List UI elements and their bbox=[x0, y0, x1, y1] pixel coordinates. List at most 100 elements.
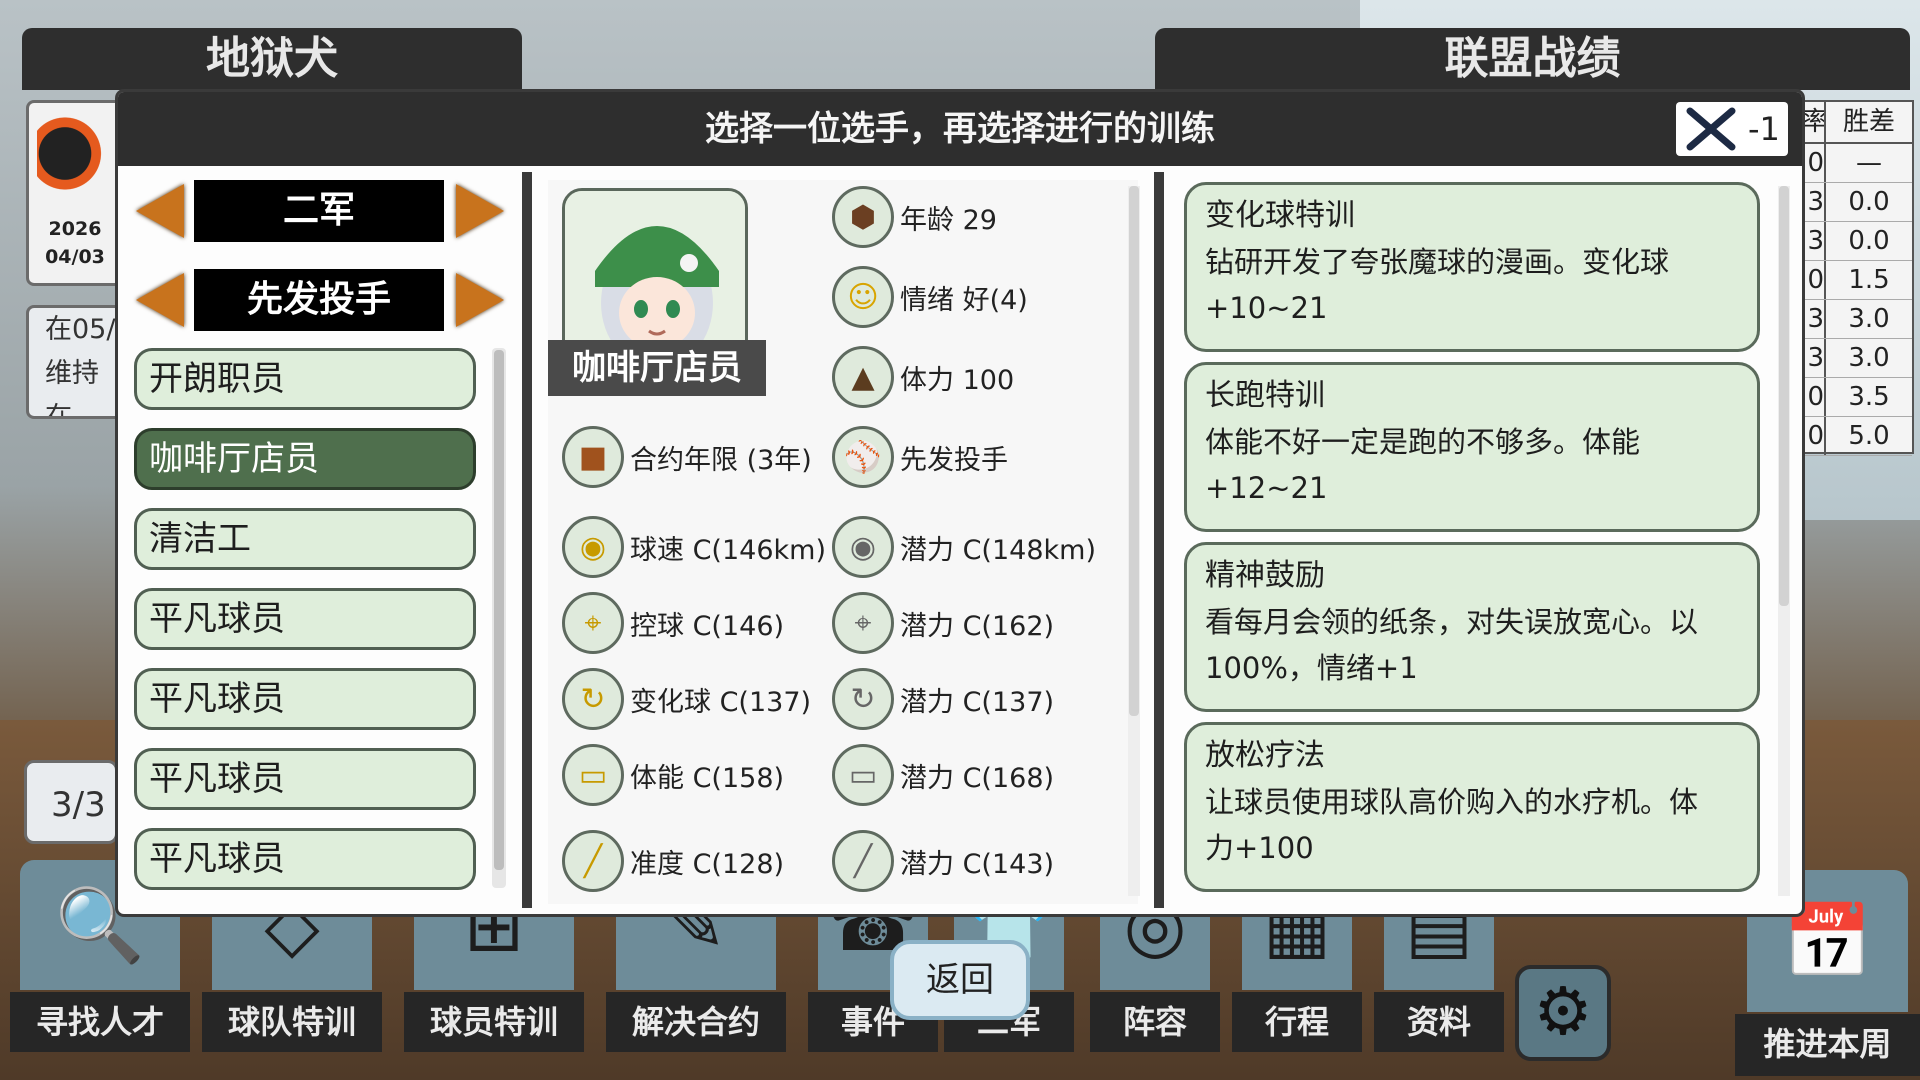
fitness-potential-value: 潜力 C(168) bbox=[900, 762, 1055, 794]
column-divider bbox=[522, 172, 532, 908]
training-effect: 力+100 bbox=[1205, 831, 1314, 865]
player-detail-column: 咖啡厅店员 ⬢ 年龄 29 ☺ 情绪 好(4) ▲ 体力 100 ■ 合约年限 … bbox=[548, 180, 1138, 904]
player-name-tag: 咖啡厅店员 bbox=[548, 340, 766, 396]
accuracy-value: 准度 C(128) bbox=[630, 848, 785, 880]
list-item[interactable]: 平凡球员 bbox=[134, 748, 476, 810]
scrollbar-thumb[interactable] bbox=[494, 350, 504, 870]
training-card[interactable]: 精神鼓励 看每月会领的纸条，对失误放宽心。以 100%，情绪+1 bbox=[1184, 542, 1760, 712]
notice-line-2: 维持在 bbox=[45, 358, 99, 419]
toolbar-label: 寻找人才 bbox=[10, 992, 190, 1052]
player-list: 开朗职员 咖啡厅店员 清洁工 平凡球员 平凡球员 平凡球员 平凡球员 bbox=[134, 348, 482, 908]
training-name: 长跑特训 bbox=[1205, 378, 1325, 413]
table-row: 0 3.5 bbox=[1802, 378, 1912, 417]
training-scrollbar[interactable] bbox=[1778, 186, 1790, 896]
table-cell: 0.0 bbox=[1848, 226, 1890, 256]
mood-stat: ☺ 情绪 好(4) bbox=[832, 262, 1028, 332]
training-card[interactable]: 变化球特训 钻研开发了夸张魔球的漫画。变化球 +10~21 bbox=[1184, 182, 1760, 352]
date-year: 2026 bbox=[48, 218, 102, 240]
training-card[interactable]: 长跑特训 体能不好一定是跑的不够多。体能 +12~21 bbox=[1184, 362, 1760, 532]
table-cell: 0 bbox=[1802, 378, 1826, 416]
training-description: 让球员使用球队高价购入的水疗机。体 bbox=[1205, 785, 1699, 819]
fitness-potential-stat: ▭ 潜力 C(168) bbox=[832, 740, 1054, 810]
training-count: -1 bbox=[1748, 110, 1780, 148]
notice-card: 在05/ 维持在 bbox=[26, 305, 124, 419]
scrollbar-thumb[interactable] bbox=[1779, 186, 1789, 606]
table-cell: 3 bbox=[1802, 183, 1826, 221]
position-prev-arrow-icon[interactable] bbox=[136, 273, 184, 327]
crosshair-icon: ⌖ bbox=[562, 592, 624, 654]
date-day: 04/03 bbox=[45, 246, 105, 268]
team-panel-header: 地狱犬 bbox=[22, 28, 522, 90]
table-cell: — bbox=[1856, 148, 1882, 178]
detail-scrollbar[interactable] bbox=[1128, 186, 1140, 896]
table-cell: 3.0 bbox=[1848, 304, 1890, 334]
header-games-behind: 胜差 bbox=[1842, 107, 1895, 137]
position-next-arrow-icon[interactable] bbox=[456, 273, 504, 327]
stamina-stat: ▲ 体力 100 bbox=[832, 342, 1014, 412]
list-item-selected[interactable]: 咖啡厅店员 bbox=[134, 428, 476, 490]
briefcase-icon: ■ bbox=[562, 426, 624, 488]
velocity-stat: ◉ 球速 C(146km) bbox=[562, 512, 826, 582]
team-panel-title: 地狱犬 bbox=[206, 33, 338, 84]
training-card[interactable]: 放松疗法 让球员使用球队高价购入的水疗机。体 力+100 bbox=[1184, 722, 1760, 892]
baseball-mound-icon: ⚾ bbox=[832, 426, 894, 488]
scrollbar-thumb[interactable] bbox=[1129, 186, 1139, 716]
velocity-potential-value: 潜力 C(148km) bbox=[900, 534, 1096, 566]
curveball-gray-icon: ↻ bbox=[832, 668, 894, 730]
crossed-bats-icon bbox=[1686, 107, 1736, 151]
table-cell: 0.0 bbox=[1848, 187, 1890, 217]
table-cell: 1.5 bbox=[1848, 265, 1890, 295]
player-list-scrollbar[interactable] bbox=[492, 348, 506, 888]
table-cell: 5.0 bbox=[1848, 421, 1890, 451]
table-row: 3 0.0 bbox=[1802, 222, 1912, 261]
training-modal: 选择一位选手，再选择进行的训练 -1 二军 先发投手 开朗职员 咖啡厅店员 清洁… bbox=[118, 92, 1802, 914]
contract-stat: ■ 合约年限 (3年) bbox=[562, 422, 812, 492]
table-cell: 0 bbox=[1802, 261, 1826, 299]
mountain-icon: ▲ bbox=[832, 346, 894, 408]
back-button[interactable]: 返回 bbox=[890, 940, 1030, 1020]
training-name: 变化球特训 bbox=[1205, 198, 1355, 233]
standings-panel-title: 联盟战绩 bbox=[1444, 33, 1621, 84]
training-description: 体能不好一定是跑的不够多。体能 bbox=[1205, 425, 1641, 459]
team-selector-value: 二军 bbox=[194, 180, 444, 242]
fitness-value: 体能 C(158) bbox=[630, 762, 785, 794]
settings-gear-button[interactable]: ⚙ bbox=[1515, 965, 1611, 1061]
team-selector: 二军 bbox=[132, 180, 508, 242]
position-selector: 先发投手 bbox=[132, 269, 508, 331]
breaking-ball-potential-stat: ↻ 潜力 C(137) bbox=[832, 664, 1054, 734]
gear-icon: ⚙ bbox=[1533, 973, 1593, 1050]
list-item[interactable]: 平凡球员 bbox=[134, 588, 476, 650]
training-description: 钻研开发了夸张魔球的漫画。变化球 bbox=[1205, 245, 1670, 279]
battery-gray-icon: ▭ bbox=[832, 744, 894, 806]
smiley-icon: ☺ bbox=[832, 266, 894, 328]
modal-header: 选择一位选手，再选择进行的训练 -1 bbox=[118, 92, 1802, 166]
control-potential-stat: ⌖ 潜力 C(162) bbox=[832, 588, 1054, 658]
action-count: 3/3 bbox=[24, 760, 118, 844]
team-date: 2026 04/03 bbox=[29, 215, 121, 271]
list-item[interactable]: 平凡球员 bbox=[134, 828, 476, 890]
list-item[interactable]: 平凡球员 bbox=[134, 668, 476, 730]
table-cell: 3.5 bbox=[1848, 382, 1890, 412]
age-value: 年龄 29 bbox=[900, 204, 997, 236]
table-row: 0 1.5 bbox=[1802, 261, 1912, 300]
accuracy-potential-value: 潜力 C(143) bbox=[900, 848, 1055, 880]
velocity-potential-stat: ◉ 潜力 C(148km) bbox=[832, 512, 1096, 582]
training-name: 精神鼓励 bbox=[1205, 558, 1325, 593]
player-selector-column: 二军 先发投手 开朗职员 咖啡厅店员 清洁工 平凡球员 平凡球员 平凡球员 平凡… bbox=[132, 172, 508, 908]
training-count-badge: -1 bbox=[1676, 102, 1788, 156]
bat-gray-icon: ╱ bbox=[832, 830, 894, 892]
accuracy-potential-stat: ╱ 潜力 C(143) bbox=[832, 826, 1054, 896]
table-cell: 3 bbox=[1802, 300, 1826, 338]
contract-value: 合约年限 (3年) bbox=[630, 444, 812, 476]
training-options-column: 变化球特训 钻研开发了夸张魔球的漫画。变化球 +10~21 长跑特训 体能不好一… bbox=[1176, 180, 1776, 904]
table-row: 3 3.0 bbox=[1802, 300, 1912, 339]
rock-icon: ⬢ bbox=[832, 186, 894, 248]
training-name: 放松疗法 bbox=[1205, 738, 1325, 773]
team-next-arrow-icon[interactable] bbox=[456, 184, 504, 238]
team-prev-arrow-icon[interactable] bbox=[136, 184, 184, 238]
list-item[interactable]: 开朗职员 bbox=[134, 348, 476, 410]
table-cell: 3 bbox=[1802, 222, 1826, 260]
list-item[interactable]: 清洁工 bbox=[134, 508, 476, 570]
control-potential-value: 潜力 C(162) bbox=[900, 610, 1055, 642]
hellhound-logo-icon bbox=[37, 113, 107, 203]
